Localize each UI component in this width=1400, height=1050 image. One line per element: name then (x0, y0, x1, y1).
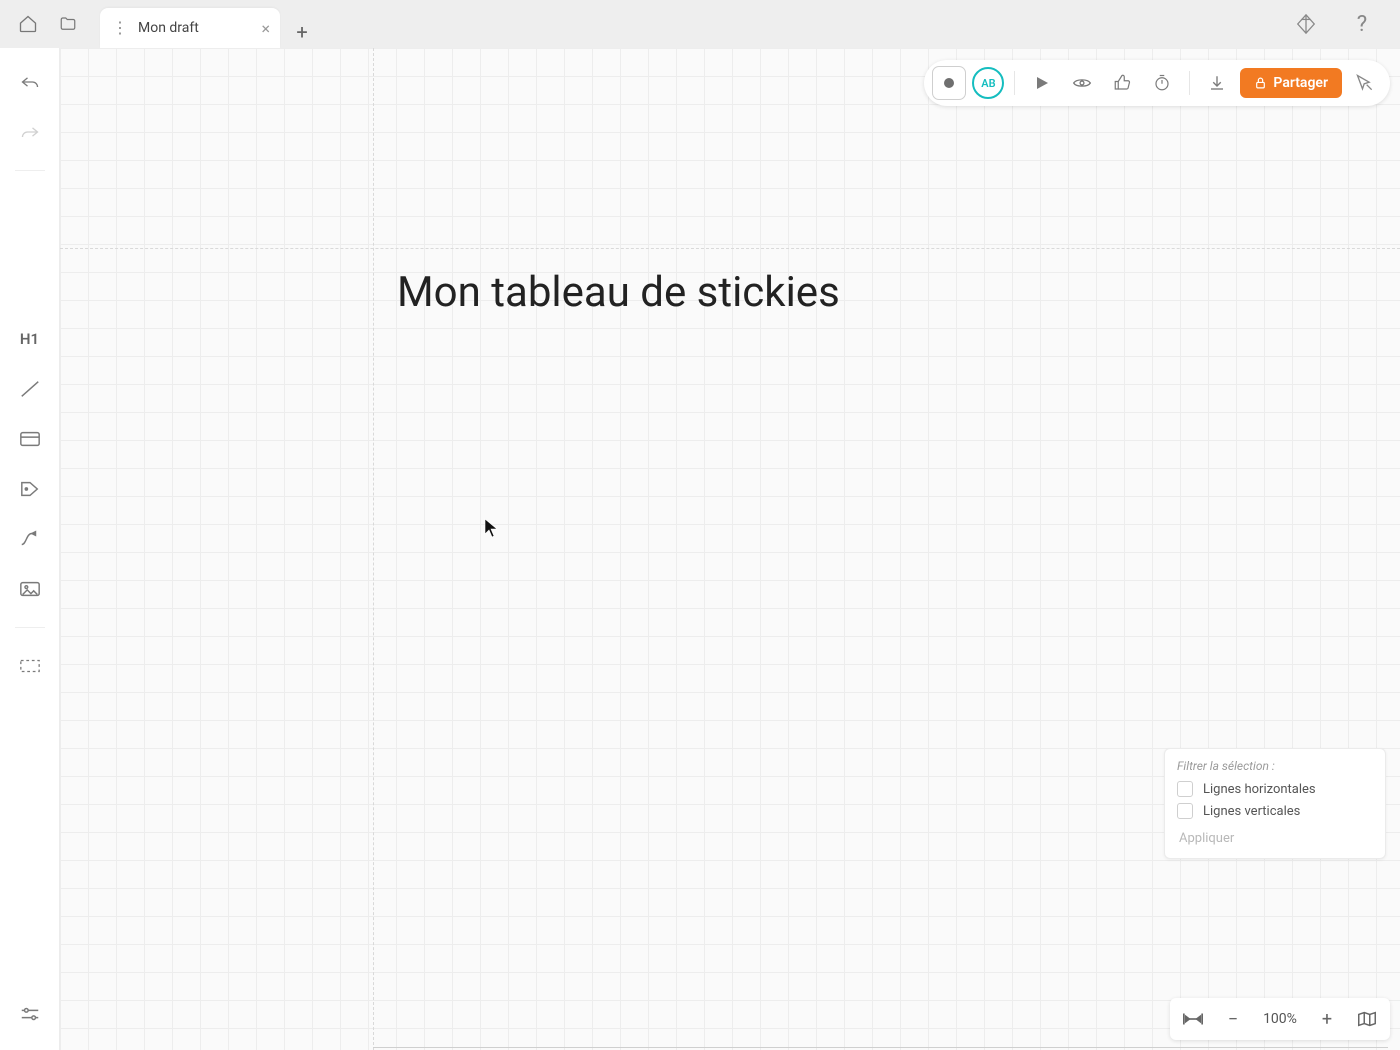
reactions-button[interactable] (1105, 66, 1139, 100)
comment-mode-button[interactable] (1348, 66, 1382, 100)
checkbox-icon[interactable] (1177, 781, 1193, 797)
home-icon (18, 14, 38, 34)
tag-tool[interactable] (10, 469, 50, 509)
app-header: ⋮ Mon draft × + ? (0, 0, 1400, 48)
undo-button[interactable] (10, 62, 50, 102)
tab-close-icon[interactable]: × (261, 19, 270, 38)
eye-icon (1072, 76, 1092, 90)
sliders-icon (19, 1005, 41, 1023)
timer-button[interactable] (1145, 66, 1179, 100)
select-rect-tool[interactable] (10, 646, 50, 686)
zoom-in-button[interactable]: + (1312, 1004, 1342, 1034)
connector-icon (19, 529, 41, 549)
redo-icon (20, 125, 40, 139)
record-button[interactable] (932, 66, 966, 100)
redo-button[interactable] (10, 112, 50, 152)
filter-option-label: Lignes verticales (1203, 804, 1300, 819)
record-icon (932, 66, 966, 100)
fit-width-icon (1182, 1011, 1204, 1027)
image-tool[interactable] (10, 569, 50, 609)
zoom-out-button[interactable]: − (1218, 1004, 1248, 1034)
play-icon (1034, 75, 1050, 91)
folder-icon (58, 15, 78, 33)
thumbs-up-icon (1113, 74, 1131, 92)
home-button[interactable] (8, 4, 48, 44)
filter-panel: Filtrer la sélection : Lignes horizontal… (1164, 748, 1386, 859)
timer-icon (1153, 74, 1171, 92)
h1-label: H1 (20, 330, 39, 348)
guide-vertical (373, 48, 374, 1050)
map-icon (1356, 1010, 1378, 1028)
avatar-initials: AB (981, 77, 995, 90)
top-right-controls: AB Partager (924, 60, 1390, 106)
tab-title: Mon draft (138, 20, 199, 36)
section-icon (19, 430, 41, 448)
cursor-pen-icon (1355, 73, 1375, 93)
line-icon (19, 378, 41, 400)
visibility-button[interactable] (1065, 66, 1099, 100)
left-toolbar: H1 (0, 48, 60, 1050)
dashed-rect-icon (19, 658, 41, 674)
tab-menu-icon[interactable]: ⋮ (112, 20, 128, 36)
folder-button[interactable] (48, 4, 88, 44)
diamond-icon (1295, 13, 1317, 35)
checkbox-icon[interactable] (1177, 803, 1193, 819)
filter-option-horizontal[interactable]: Lignes horizontales (1177, 781, 1373, 797)
help-button[interactable]: ? (1342, 4, 1382, 44)
download-icon (1208, 74, 1226, 92)
zoom-level[interactable]: 100% (1258, 1011, 1302, 1027)
minimap-button[interactable] (1352, 1004, 1382, 1034)
document-tab[interactable]: ⋮ Mon draft × (100, 8, 280, 48)
canvas-grid (0, 48, 1400, 1050)
image-icon (19, 580, 41, 598)
tag-icon (19, 479, 41, 499)
undo-icon (20, 75, 40, 89)
filter-option-vertical[interactable]: Lignes verticales (1177, 803, 1373, 819)
heading-tool[interactable]: H1 (10, 319, 50, 359)
fit-width-button[interactable] (1178, 1004, 1208, 1034)
toolbar-separator (15, 170, 45, 171)
share-label: Partager (1273, 75, 1328, 91)
bottom-hairline (373, 1047, 1388, 1048)
question-icon: ? (1357, 12, 1367, 37)
toolbar-separator (15, 627, 45, 628)
premium-button[interactable] (1286, 4, 1326, 44)
canvas-area[interactable]: H1 AB (0, 48, 1400, 1050)
plus-icon: + (296, 20, 307, 44)
filter-apply-button[interactable]: Appliquer (1177, 827, 1373, 850)
add-tab-button[interactable]: + (286, 16, 318, 48)
share-button[interactable]: Partager (1240, 68, 1342, 98)
section-tool[interactable] (10, 419, 50, 459)
line-tool[interactable] (10, 369, 50, 409)
zoom-controls: − 100% + (1170, 998, 1390, 1040)
minus-icon: − (1228, 1009, 1238, 1030)
settings-tool[interactable] (10, 994, 50, 1034)
separator (1014, 71, 1015, 95)
download-button[interactable] (1200, 66, 1234, 100)
canvas-title[interactable]: Mon tableau de stickies (397, 268, 840, 317)
user-avatar[interactable]: AB (972, 67, 1004, 99)
plus-icon: + (1322, 1009, 1332, 1030)
present-button[interactable] (1025, 66, 1059, 100)
separator (1189, 71, 1190, 95)
lock-icon (1254, 76, 1267, 90)
filter-option-label: Lignes horizontales (1203, 782, 1316, 797)
tab-bar: ⋮ Mon draft × + (100, 0, 318, 48)
filter-title: Filtrer la sélection : (1177, 759, 1373, 773)
guide-horizontal (60, 248, 1400, 249)
connector-tool[interactable] (10, 519, 50, 559)
